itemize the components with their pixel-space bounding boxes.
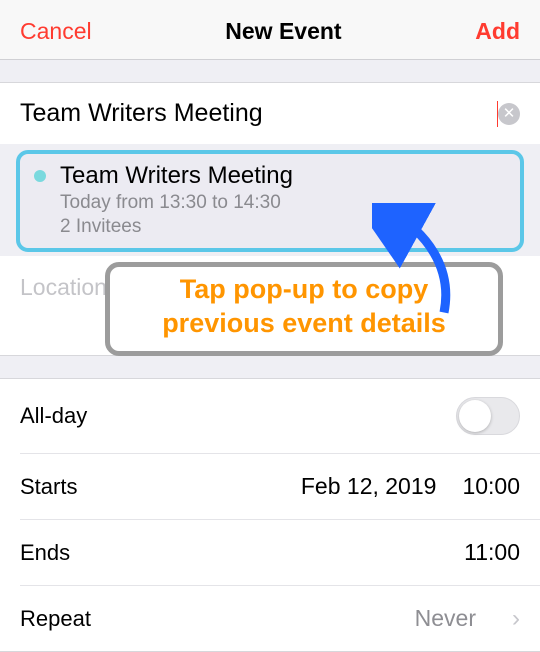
location-placeholder: Location [20,274,107,300]
starts-label: Starts [20,474,77,500]
repeat-value: Never [415,605,476,632]
suggestion-invitees: 2 Invitees [60,216,293,238]
starts-row[interactable]: Starts Feb 12, 2019 10:00 [20,453,540,519]
section-gap [0,60,540,82]
chevron-right-icon: › [512,605,520,633]
add-button[interactable]: Add [475,18,520,45]
event-suggestion-popup[interactable]: Team Writers Meeting Today from 13:30 to… [16,150,524,252]
allday-toggle[interactable] [456,397,520,435]
section-gap [0,356,540,378]
close-icon: ✕ [503,106,516,121]
title-cell[interactable]: Team Writers Meeting ✕ [0,82,540,144]
callout-line2: previous event details [122,307,486,341]
ends-time-value: 11:00 [464,539,520,566]
ends-label: Ends [20,540,70,566]
location-cell[interactable]: Location Tap pop-up to copy previous eve… [0,256,540,356]
details-group: All-day Starts Feb 12, 2019 10:00 Ends 1… [0,378,540,652]
clear-text-button[interactable]: ✕ [498,103,520,125]
toggle-knob [459,400,491,432]
allday-row[interactable]: All-day [0,379,540,453]
repeat-label: Repeat [20,606,91,632]
nav-title: New Event [225,18,341,45]
annotation-callout: Tap pop-up to copy previous event detail… [105,262,503,356]
callout-line1: Tap pop-up to copy [122,273,486,307]
starts-time-value: 10:00 [462,473,520,500]
title-input[interactable]: Team Writers Meeting [20,99,498,128]
allday-label: All-day [20,403,87,429]
cancel-button[interactable]: Cancel [20,18,92,45]
nav-bar: Cancel New Event Add [0,0,540,60]
suggestion-time: Today from 13:30 to 14:30 [60,192,293,214]
suggestion-title: Team Writers Meeting [60,162,293,190]
starts-date-value: Feb 12, 2019 [301,473,437,500]
repeat-row[interactable]: Repeat Never › [20,585,540,651]
calendar-color-dot-icon [34,170,46,182]
suggestion-area: Team Writers Meeting Today from 13:30 to… [0,150,540,356]
ends-row[interactable]: Ends 11:00 [20,519,540,585]
